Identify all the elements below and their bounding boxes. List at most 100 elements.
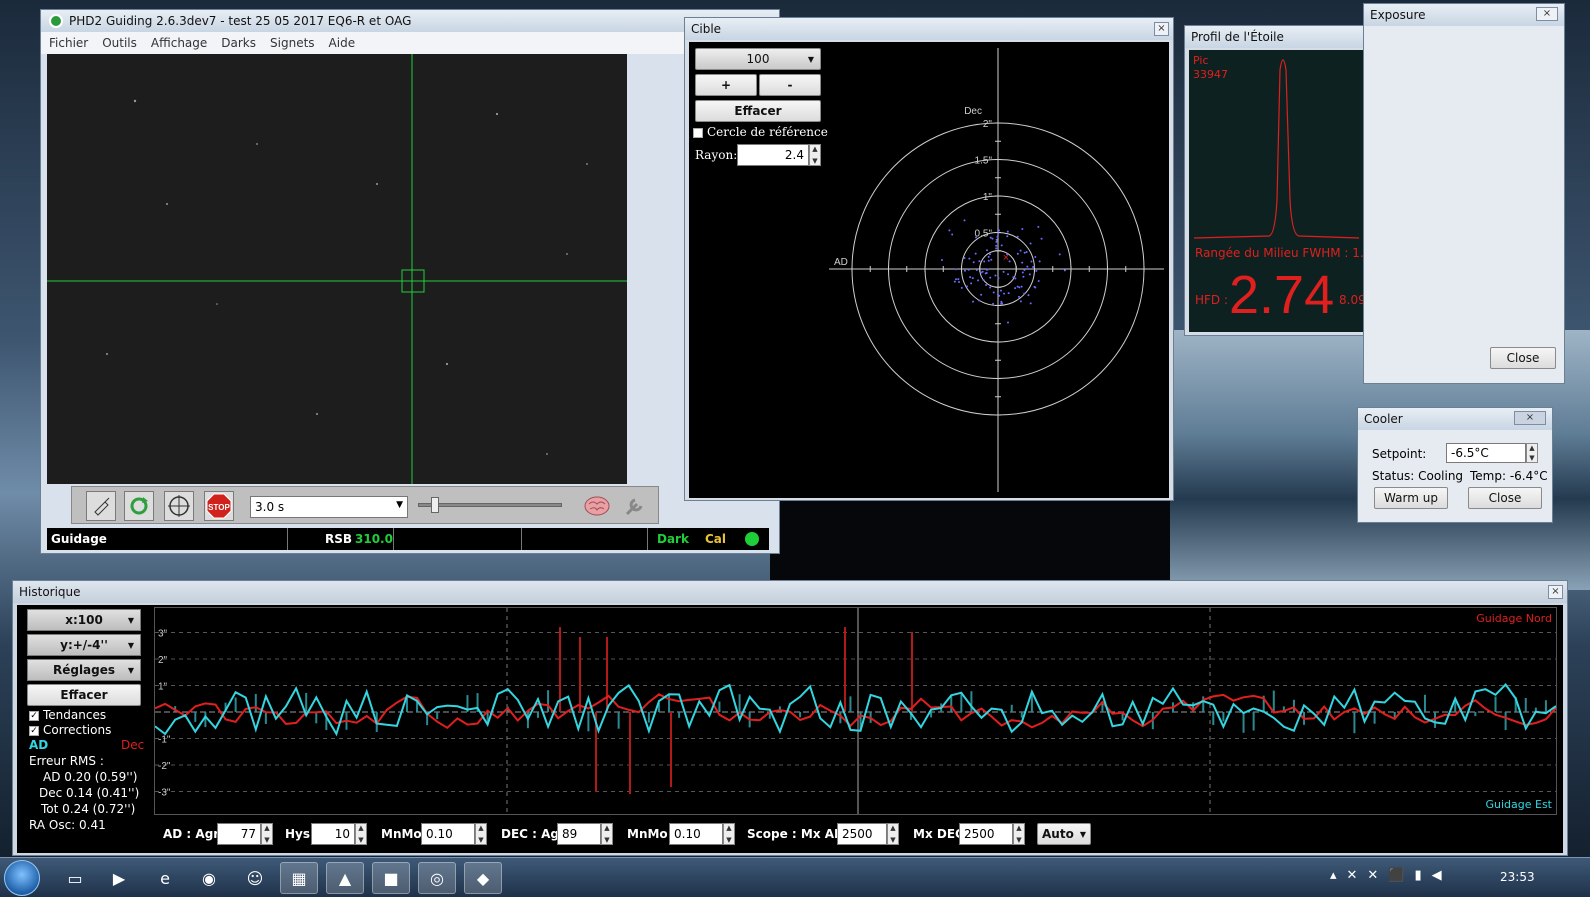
cooler-close-icon[interactable]: × bbox=[1514, 411, 1546, 425]
guide-point bbox=[968, 257, 971, 260]
hys-input[interactable]: 10 bbox=[311, 823, 355, 845]
menu-fichier[interactable]: Fichier bbox=[49, 36, 88, 50]
cooler-close-button[interactable]: Close bbox=[1468, 487, 1542, 509]
ra-agr-spinner[interactable]: ▲ ▼ bbox=[261, 823, 273, 845]
guide-point bbox=[972, 300, 975, 303]
guide-point bbox=[1016, 285, 1019, 288]
taskbar-orange-app-icon[interactable]: ◆ bbox=[464, 862, 502, 894]
guide-point bbox=[965, 285, 968, 288]
guide-point bbox=[1016, 252, 1019, 255]
guide-point bbox=[948, 229, 951, 232]
exposure-close-icon[interactable]: × bbox=[1536, 7, 1558, 21]
peak-label: Pic bbox=[1193, 54, 1209, 67]
mx-dec-input[interactable]: 2500 bbox=[959, 823, 1013, 845]
ra-agr-label: AD : Agr bbox=[163, 827, 220, 841]
history-clear-button[interactable]: Effacer bbox=[27, 684, 141, 706]
guide-point bbox=[960, 286, 963, 289]
loop-button[interactable] bbox=[124, 491, 154, 521]
ra-error-line bbox=[154, 682, 1557, 737]
guide-point bbox=[977, 299, 980, 302]
history-y-tick: 2" bbox=[158, 655, 168, 666]
gamma-slider[interactable] bbox=[418, 497, 562, 513]
brain-settings-button[interactable] bbox=[582, 491, 612, 521]
guide-point bbox=[1019, 300, 1022, 303]
mx-dec-label: Mx DEC bbox=[913, 827, 964, 841]
setpoint-spinner[interactable]: ▲ ▼ bbox=[1526, 443, 1538, 463]
guide-point bbox=[997, 232, 1000, 235]
taskbar-explorer-icon[interactable]: ▭ bbox=[56, 862, 94, 894]
menu-darks[interactable]: Darks bbox=[221, 36, 256, 50]
mnmo2-input[interactable]: 0.10 bbox=[669, 823, 723, 845]
guide-point bbox=[995, 244, 998, 247]
taskbar-clock[interactable]: 23:53 bbox=[1500, 870, 1535, 884]
setpoint-input[interactable]: -6.5°C bbox=[1446, 443, 1526, 463]
taskbar-app-icon[interactable]: ☺ bbox=[236, 862, 274, 894]
guide-point bbox=[977, 279, 980, 282]
corrections-checkbox[interactable]: ✓ bbox=[29, 726, 39, 736]
y-scale-select[interactable]: y:+/-4'' ▼ bbox=[27, 634, 141, 656]
mnmo-spinner[interactable]: ▲ ▼ bbox=[475, 823, 487, 845]
guide-point bbox=[1003, 292, 1006, 295]
connect-gear-button[interactable] bbox=[86, 491, 116, 521]
menu-affichage[interactable]: Affichage bbox=[151, 36, 207, 50]
guide-point bbox=[1007, 273, 1010, 276]
guide-point bbox=[957, 278, 960, 281]
menu-signets[interactable]: Signets bbox=[270, 36, 315, 50]
menu-aide[interactable]: Aide bbox=[329, 36, 356, 50]
mx-ad-spinner[interactable]: ▲ ▼ bbox=[887, 823, 899, 845]
status-cal: Cal bbox=[705, 532, 727, 546]
guide-point bbox=[1027, 268, 1030, 271]
guide-button[interactable] bbox=[164, 491, 194, 521]
mx-dec-spinner[interactable]: ▲ ▼ bbox=[1013, 823, 1025, 845]
mnmo2-label: MnMo bbox=[627, 827, 668, 841]
exposure-select[interactable]: 3.0 s ▼ bbox=[250, 496, 408, 518]
guide-point bbox=[1028, 273, 1031, 276]
dec-agr-spinner[interactable]: ▲ ▼ bbox=[601, 823, 613, 845]
mx-ad-input[interactable]: 2500 bbox=[837, 823, 887, 845]
hfd-label: HFD : bbox=[1195, 293, 1229, 307]
guide-point bbox=[1019, 249, 1022, 252]
dec-error-line bbox=[154, 693, 1557, 730]
taskbar-terminal-icon[interactable]: ■ bbox=[372, 862, 410, 894]
exposure-close-button[interactable]: Close bbox=[1490, 347, 1556, 369]
menu-outils[interactable]: Outils bbox=[102, 36, 137, 50]
tools-button[interactable] bbox=[620, 491, 650, 521]
taskbar-ie-icon[interactable]: e bbox=[146, 862, 184, 894]
dec-agr-input[interactable]: 89 bbox=[557, 823, 601, 845]
trends-checkbox[interactable]: ✓ bbox=[29, 711, 39, 721]
taskbar-folder-icon[interactable]: ▦ bbox=[280, 862, 318, 894]
guide-point bbox=[983, 260, 986, 263]
guide-point bbox=[1006, 235, 1009, 238]
camera-image[interactable] bbox=[47, 54, 627, 484]
star-profile-title: Profil de l'Étoile bbox=[1191, 30, 1284, 44]
guide-point bbox=[980, 271, 983, 274]
taskbar-firefox-icon[interactable]: ◉ bbox=[190, 862, 228, 894]
start-button[interactable] bbox=[4, 860, 40, 896]
guide-point bbox=[963, 257, 966, 260]
guide-point bbox=[1030, 260, 1033, 263]
hys-spinner[interactable]: ▲ ▼ bbox=[355, 823, 367, 845]
settings-select[interactable]: Réglages ▼ bbox=[27, 659, 141, 681]
warm-up-button[interactable]: Warm up bbox=[1374, 487, 1448, 509]
corrections-label: Corrections bbox=[43, 723, 112, 737]
taskbar-phd2-icon[interactable]: ◎ bbox=[418, 862, 456, 894]
history-close-icon[interactable]: × bbox=[1548, 585, 1563, 599]
mnmo2-spinner[interactable]: ▲ ▼ bbox=[723, 823, 735, 845]
taskbar-camera-icon[interactable]: ▲ bbox=[326, 862, 364, 894]
gamma-slider-thumb[interactable] bbox=[431, 497, 439, 513]
target-close-icon[interactable]: × bbox=[1154, 22, 1169, 36]
mnmo-input[interactable]: 0.10 bbox=[421, 823, 475, 845]
guide-point bbox=[995, 247, 998, 250]
guide-point bbox=[1007, 292, 1010, 295]
x-scale-select[interactable]: x:100 ▼ bbox=[27, 609, 141, 631]
guide-point bbox=[1023, 251, 1026, 254]
auto-select[interactable]: Auto ▼ bbox=[1037, 823, 1091, 845]
guide-point bbox=[1021, 271, 1024, 274]
taskbar-media-player-icon[interactable]: ▶ bbox=[100, 862, 138, 894]
history-graph[interactable]: 3" 2" 1" -1" -2" -3" Guidage Nord Guidage Est bbox=[154, 607, 1557, 815]
phd2-logo-icon bbox=[49, 14, 63, 28]
stop-button[interactable]: STOP bbox=[204, 491, 234, 521]
system-tray: ▴✕✕⬛▮◀ bbox=[1330, 868, 1452, 883]
ra-agr-input[interactable]: 77 bbox=[217, 823, 261, 845]
loop-icon bbox=[130, 497, 148, 515]
